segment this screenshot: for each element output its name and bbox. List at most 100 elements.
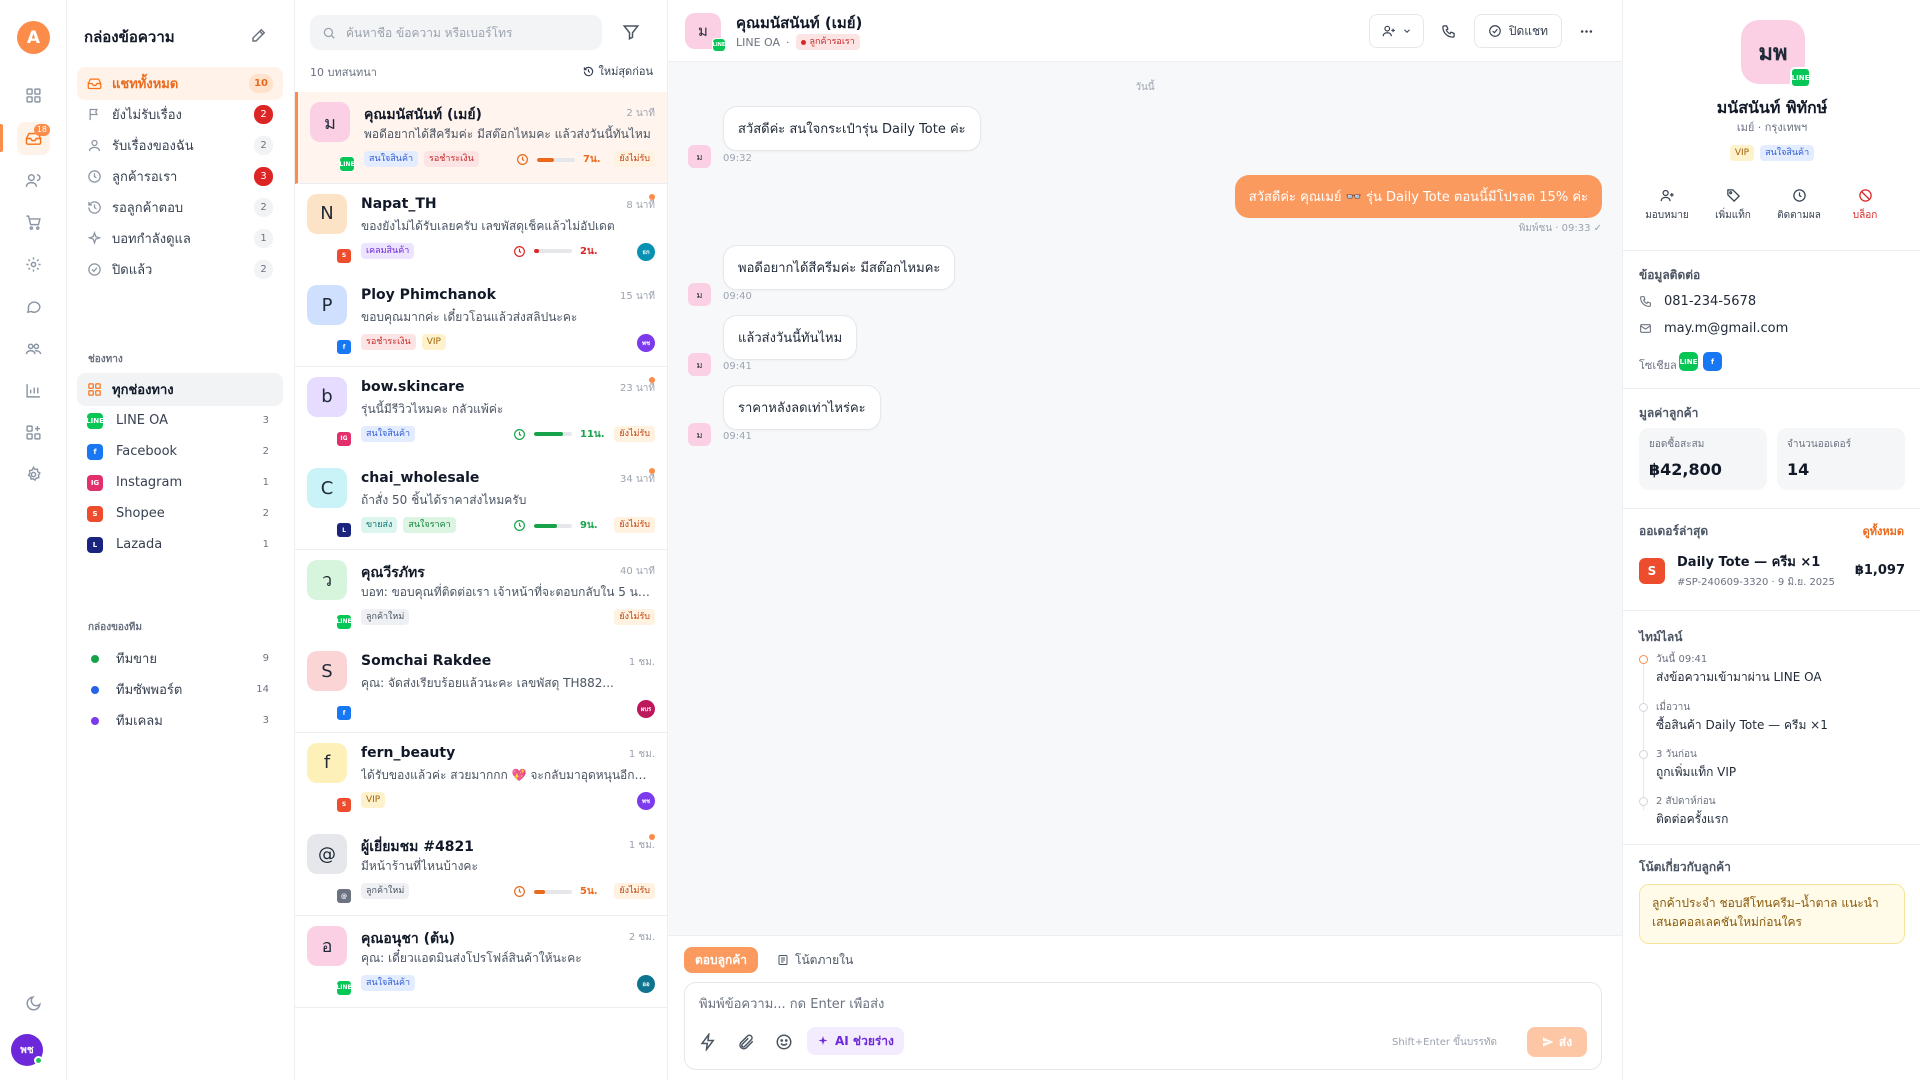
sidebar-view-item[interactable]: แชททั้งหมด 10 — [77, 67, 283, 100]
app-rail: A 18 พช — [0, 0, 67, 1080]
conversation-time: 23 นาที — [620, 382, 655, 394]
compose-pencil-icon[interactable] — [250, 26, 268, 44]
phone-call-icon[interactable] — [1437, 20, 1459, 42]
conversation-row[interactable]: ม LINE คุณมนัสนันท์ (เมย์) 2 นาที พอดีอยากได… — [295, 92, 667, 184]
phone-row[interactable]: 081-234-5678 — [1639, 294, 1756, 309]
follow-up-action[interactable]: ติดตามผล — [1769, 188, 1829, 223]
sidebar-view-item[interactable]: ยังไม่รับเรื่อง 2 — [77, 98, 283, 131]
view-all-orders-link[interactable]: ดูทั้งหมด — [1863, 522, 1904, 540]
sidebar-channel-count: 1 — [262, 539, 269, 550]
dark-mode-moon-icon[interactable] — [17, 987, 50, 1020]
conversation-row[interactable]: C Lchai_wholesale 34 นาที ถ้าสั่ง 50 ชิ้นได… — [295, 458, 667, 550]
assign-action[interactable]: มอบหมาย — [1637, 188, 1697, 223]
conversation-row[interactable]: @ @ ผู้เยี่ยมชม #4821 1 ชม. มีหน้าร้านที่ไหน… — [295, 824, 667, 916]
sidebar-team-item[interactable]: ทีมขาย 9 — [77, 642, 283, 675]
chevron-down-icon — [1403, 29, 1410, 33]
add-tag-action[interactable]: เพิ่มแท็ก — [1703, 188, 1763, 223]
block-icon — [1858, 189, 1872, 202]
message-input[interactable] — [699, 997, 1499, 1012]
sidebar-channel-label: Facebook — [116, 444, 178, 459]
tab-reply-customer[interactable]: ตอบลูกค้า — [684, 947, 759, 973]
more-options-icon[interactable] — [1575, 20, 1597, 42]
conversation-channel-icon: f — [336, 339, 352, 355]
conversation-avatar: N — [307, 193, 347, 234]
search-input[interactable] — [346, 25, 566, 40]
sidebar-view-item[interactable]: ปิดแล้ว 2 — [77, 253, 283, 286]
conversation-row[interactable]: b IG bow.skincare 23 นาที รุ่นนี้มีรีวิวไหมค… — [295, 366, 667, 459]
customer-note[interactable]: ลูกค้าประจำ ชอบสีโทนครีม–น้ำตาล แนะนำเสน… — [1639, 884, 1905, 944]
conversation-row[interactable]: Pf Ploy Phimchanok 15 นาที ขอบคุณมากค่ะ เดี… — [295, 275, 667, 367]
profile-tag[interactable]: VIP — [1729, 145, 1755, 161]
contacts-icon[interactable] — [17, 164, 50, 197]
conversation-avatar: @ — [307, 834, 347, 874]
chat-bubble-icon[interactable] — [17, 290, 50, 323]
conversation-row[interactable]: ว LINE คุณวีรภัทร 40 นาที บอท: ขอบคุณที่ติดต… — [295, 549, 667, 642]
conversation-name: Napat_TH — [361, 195, 437, 212]
conversation-row[interactable]: อ LINE คุณอนุชา (ต้น) 2 ชม. คุณ: เดี๋ยวแอดมิ… — [295, 915, 667, 1008]
sidebar-view-item[interactable]: บอทกำลังดูแล 1 — [77, 222, 283, 255]
send-button[interactable]: ส่ง — [1527, 1027, 1587, 1057]
sidebar-channel-label: LINE OA — [116, 413, 169, 428]
profile-subtitle: เมย์ · กรุงเทพฯ — [1736, 121, 1808, 134]
cart-icon[interactable] — [17, 206, 50, 239]
dashboard-icon[interactable] — [17, 79, 50, 112]
sidebar-team-item[interactable]: ทีมเคลม 3 — [77, 704, 283, 737]
sidebar-channel-item[interactable]: S Shopee 2 — [77, 497, 283, 530]
reports-icon[interactable] — [17, 374, 50, 407]
sidebar-view-item[interactable]: ลูกค้ารอเรา 3 — [77, 160, 283, 193]
integrations-icon[interactable] — [17, 416, 50, 449]
chat-subtitle: LINE OA · ลูกค้ารอเรา — [736, 34, 860, 50]
workspace-logo[interactable]: A — [17, 21, 50, 54]
channels-heading: ช่องทาง — [88, 354, 123, 365]
sidebar-team-item[interactable]: ทีมซัพพอร์ต 14 — [77, 673, 283, 706]
settings-gear-icon[interactable] — [17, 458, 50, 491]
sort-dropdown[interactable]: ใหม่สุดก่อน — [583, 62, 653, 80]
sidebar-channel-count: 1 — [262, 477, 269, 488]
tab-internal-note[interactable]: โน้ตภายใน — [766, 947, 864, 973]
quick-reply-lightning-icon[interactable] — [699, 1033, 717, 1051]
value-heading: มูลค่าลูกค้า — [1639, 406, 1699, 420]
attachment-paperclip-icon[interactable] — [737, 1033, 755, 1051]
conversation-tags: สนใจสินค้า — [361, 425, 416, 442]
sidebar-channel-item[interactable]: f Facebook 2 — [77, 435, 283, 468]
automation-icon[interactable] — [17, 248, 50, 281]
send-label: ส่ง — [1558, 1034, 1573, 1049]
check-circle-icon — [87, 262, 102, 277]
timer-clock-icon — [514, 245, 525, 257]
profile-tags: VIP สนใจสินค้า — [1623, 145, 1920, 161]
conversation-preview: ขอบคุณมากค่ะ เดี๋ยวโอนแล้วส่งสลิปนะคะ — [361, 310, 578, 324]
sla-remaining: 9น. — [580, 520, 598, 531]
ai-draft-label: AI ช่วยร่าง — [835, 1033, 894, 1048]
conversation-channel-icon: S — [336, 247, 352, 264]
sidebar-channel-item[interactable]: ทุกช่องทาง — [77, 373, 283, 406]
filter-funnel-icon[interactable] — [622, 23, 640, 41]
total-spend-label: ยอดซื้อสะสม — [1649, 439, 1705, 450]
latest-order-item[interactable]: S Daily Tote — ครีม ×1 #SP-240609-3320 ·… — [1639, 551, 1905, 590]
facebook-social-badge[interactable]: f — [1703, 352, 1722, 371]
sidebar-team-label: ทีมขาย — [116, 652, 157, 667]
sidebar-channel-item[interactable]: L Lazada 1 — [77, 528, 283, 561]
profile-tag[interactable]: สนใจสินค้า — [1760, 145, 1815, 161]
sidebar-channel-item[interactable]: IG Instagram 1 — [77, 466, 283, 499]
sidebar-view-label: รับเรื่องของฉัน — [112, 139, 194, 154]
conversation-channel-icon: f — [336, 705, 352, 721]
emoji-smile-icon[interactable] — [775, 1033, 793, 1051]
inbox-icon[interactable]: 18 — [17, 122, 50, 155]
conversation-row[interactable]: f Sfern_beauty 1 ชม. ได้รับของแล้วค่ะ สวยมา… — [295, 732, 667, 825]
add-tag-action-label: เพิ่มแท็ก — [1715, 210, 1751, 221]
close-chat-button[interactable]: ปิดแชท — [1474, 14, 1562, 48]
block-action[interactable]: บล็อก — [1835, 188, 1895, 223]
conversation-row[interactable]: N S Napat_TH 8 นาที ของยังไม่ได้รับเลยครับ เ… — [295, 183, 667, 276]
sidebar-view-item[interactable]: รับเรื่องของฉัน 2 — [77, 129, 283, 162]
sidebar-view-item[interactable]: รอลูกค้าตอบ 2 — [77, 191, 283, 224]
message-time: 09:40 — [723, 291, 752, 302]
email-row[interactable]: may.m@gmail.com — [1639, 321, 1788, 336]
assign-agent-button[interactable] — [1369, 14, 1424, 48]
ai-draft-button[interactable]: AI ช่วยร่าง — [807, 1027, 904, 1055]
sidebar-channel-item[interactable]: LINE LINE OA 3 — [77, 404, 283, 437]
line-social-badge[interactable]: LINE — [1679, 352, 1698, 371]
team-icon[interactable] — [17, 332, 50, 365]
outgoing-message: สวัสดีค่ะ คุณเมย์ 👓 รุ่น Daily Tote ตอนน… — [1234, 175, 1602, 218]
search-box[interactable] — [310, 15, 602, 50]
conversation-row[interactable]: Sf Somchai Rakdee 1 ชม. คุณ: จัดส่งเรียบร้อ… — [295, 641, 667, 733]
